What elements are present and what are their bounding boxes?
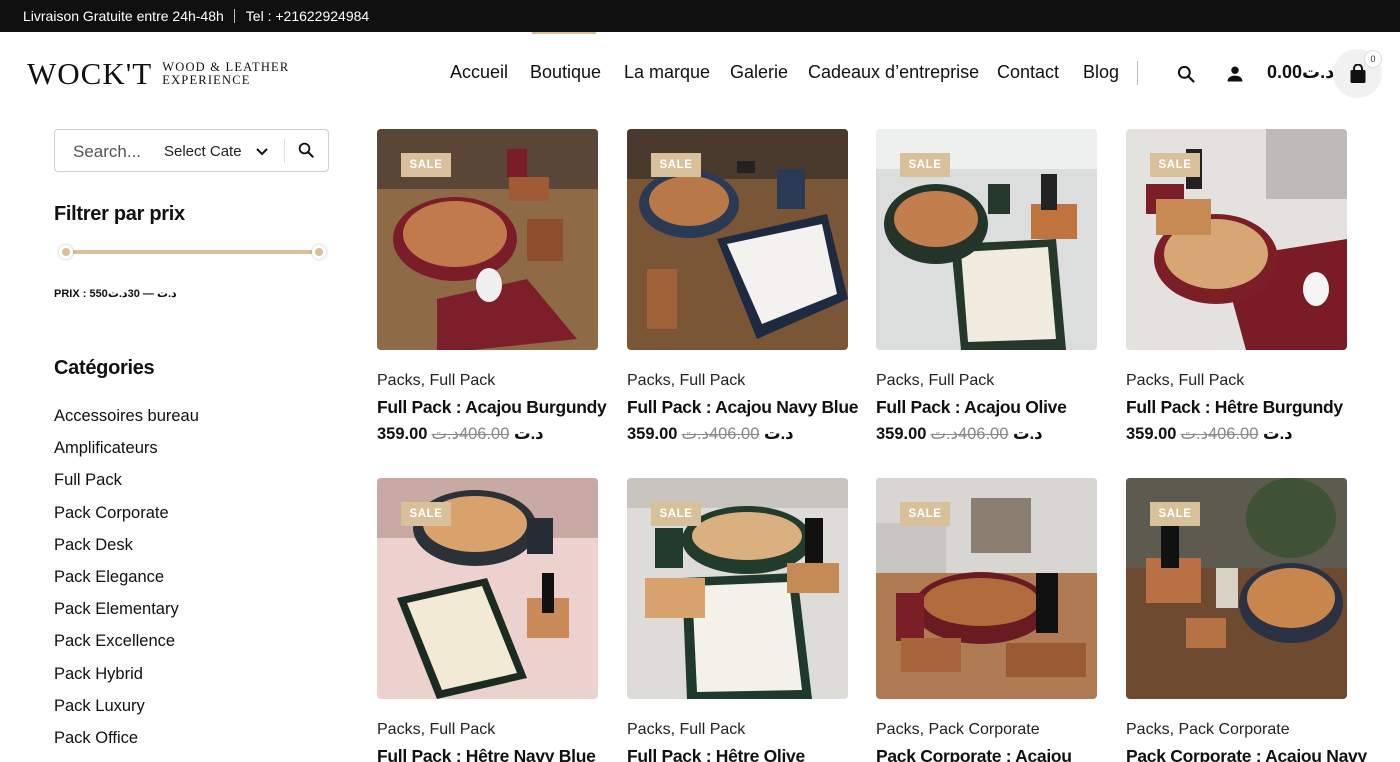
price-filter-title: Filtrer par prix (54, 203, 185, 225)
logo-wordmark: WOCK'T (27, 56, 153, 91)
search-submit-icon[interactable] (297, 141, 315, 164)
price-slider-track[interactable] (66, 250, 319, 254)
nav-accueil[interactable]: Accueil (450, 62, 508, 83)
product-price: 359.00د.ت 406.00د.ت (377, 424, 544, 444)
sale-badge: SALE (651, 502, 701, 526)
product-categories[interactable]: Packs, Full Pack (627, 721, 745, 739)
sale-badge: SALE (651, 153, 701, 177)
product-title[interactable]: Full Pack : Hêtre Olive (627, 746, 805, 762)
user-icon[interactable] (1223, 62, 1247, 86)
category-item[interactable]: Pack Desk (54, 536, 199, 568)
search-divider (284, 139, 285, 163)
categories-title: Catégories (54, 357, 155, 379)
category-item[interactable]: Pack Office (54, 729, 199, 761)
search-input[interactable]: Search... (73, 142, 141, 162)
price-slider-max-handle[interactable] (312, 245, 326, 259)
original-price: 406.00د.ت (431, 425, 510, 443)
product-image[interactable]: SALE (1126, 129, 1347, 350)
nav-divider (1137, 61, 1138, 85)
category-item[interactable]: Pack Excellence (54, 632, 199, 664)
nav-boutique[interactable]: Boutique (530, 62, 601, 83)
product-title[interactable]: Full Pack : Acajou Burgundy (377, 397, 607, 418)
product-image[interactable]: SALE (627, 478, 848, 699)
category-item[interactable]: Pack Luxury (54, 697, 199, 729)
site-header: WOCK'T WOOD & LEATHER EXPERIENCE Accueil … (0, 32, 1400, 116)
product-image[interactable]: SALE (876, 478, 1097, 699)
nav-galerie[interactable]: Galerie (730, 62, 788, 83)
sale-badge: SALE (1150, 153, 1200, 177)
product-title[interactable]: Full Pack : Hêtre Burgundy (1126, 397, 1343, 418)
product-title[interactable]: Pack Corporate : Acajou (876, 746, 1072, 762)
category-item[interactable]: Full Pack (54, 471, 199, 503)
original-price: 406.00د.ت (681, 425, 760, 443)
nav-blog[interactable]: Blog (1083, 62, 1119, 83)
category-item[interactable]: Pack Hybrid (54, 665, 199, 697)
logo-tagline: WOOD & LEATHER EXPERIENCE (162, 60, 290, 87)
product-categories[interactable]: Packs, Full Pack (876, 372, 994, 390)
product-categories[interactable]: Packs, Full Pack (627, 372, 745, 390)
sale-badge: SALE (401, 502, 451, 526)
product-search: Search... Select Category (54, 129, 329, 172)
product-price: 359.00د.ت 406.00د.ت (876, 424, 1043, 444)
category-list: Accessoires bureau Amplificateurs Full P… (54, 407, 199, 761)
price-range-label: PRIX : 550د.ت — 30د.ت (54, 288, 177, 300)
category-item[interactable]: Accessoires bureau (54, 407, 199, 439)
product-categories[interactable]: Packs, Full Pack (377, 372, 495, 390)
category-item[interactable]: Amplificateurs (54, 439, 199, 471)
nav-la-marque[interactable]: La marque (624, 62, 710, 83)
original-price: 406.00د.ت (1180, 425, 1259, 443)
product-price: 359.00د.ت 406.00د.ت (627, 424, 794, 444)
cart-count-badge: 0 (1364, 50, 1382, 68)
product-price: 359.00د.ت 406.00د.ت (1126, 424, 1293, 444)
nav-cadeaux[interactable]: Cadeaux d’entreprise (808, 62, 979, 83)
product-title[interactable]: Full Pack : Hêtre Navy Blue (377, 746, 596, 762)
nav-contact[interactable]: Contact (997, 62, 1059, 83)
product-categories[interactable]: Packs, Pack Corporate (1126, 721, 1290, 739)
product-title[interactable]: Full Pack : Acajou Olive (876, 397, 1067, 418)
product-title[interactable]: Full Pack : Acajou Navy Blue (627, 397, 858, 418)
topbar-divider (233, 9, 235, 23)
product-categories[interactable]: Packs, Full Pack (1126, 372, 1244, 390)
price-slider-min-handle[interactable] (59, 245, 73, 259)
site-logo[interactable]: WOCK'T WOOD & LEATHER EXPERIENCE (27, 56, 290, 91)
product-categories[interactable]: Packs, Pack Corporate (876, 721, 1040, 739)
category-select[interactable]: Select Category (164, 143, 242, 160)
sale-badge: SALE (1150, 502, 1200, 526)
sale-badge: SALE (900, 502, 950, 526)
cart-total[interactable]: 0.00د.ت (1267, 62, 1334, 83)
product-image[interactable]: SALE (627, 129, 848, 350)
product-image[interactable]: SALE (876, 129, 1097, 350)
phone-text[interactable]: Tel : +21622924984 (246, 8, 369, 24)
product-title[interactable]: Pack Corporate : Acajou Navy (1126, 746, 1367, 762)
product-image[interactable]: SALE (377, 129, 598, 350)
product-categories[interactable]: Packs, Full Pack (377, 721, 495, 739)
category-item[interactable]: Pack Elementary (54, 600, 199, 632)
shopping-bag-icon (1350, 63, 1365, 83)
product-image[interactable]: SALE (1126, 478, 1347, 699)
delivery-text: Livraison Gratuite entre 24h-48h (23, 8, 224, 24)
header-search-icon[interactable] (1174, 62, 1198, 86)
sale-badge: SALE (900, 153, 950, 177)
category-item[interactable]: Pack Corporate (54, 504, 199, 536)
announcement-bar: Livraison Gratuite entre 24h-48h Tel : +… (0, 0, 1400, 32)
sale-badge: SALE (401, 153, 451, 177)
original-price: 406.00د.ت (930, 425, 1009, 443)
product-image[interactable]: SALE (377, 478, 598, 699)
chevron-down-icon[interactable] (255, 144, 269, 163)
category-item[interactable]: Pack Elegance (54, 568, 199, 600)
active-nav-indicator (532, 32, 596, 34)
